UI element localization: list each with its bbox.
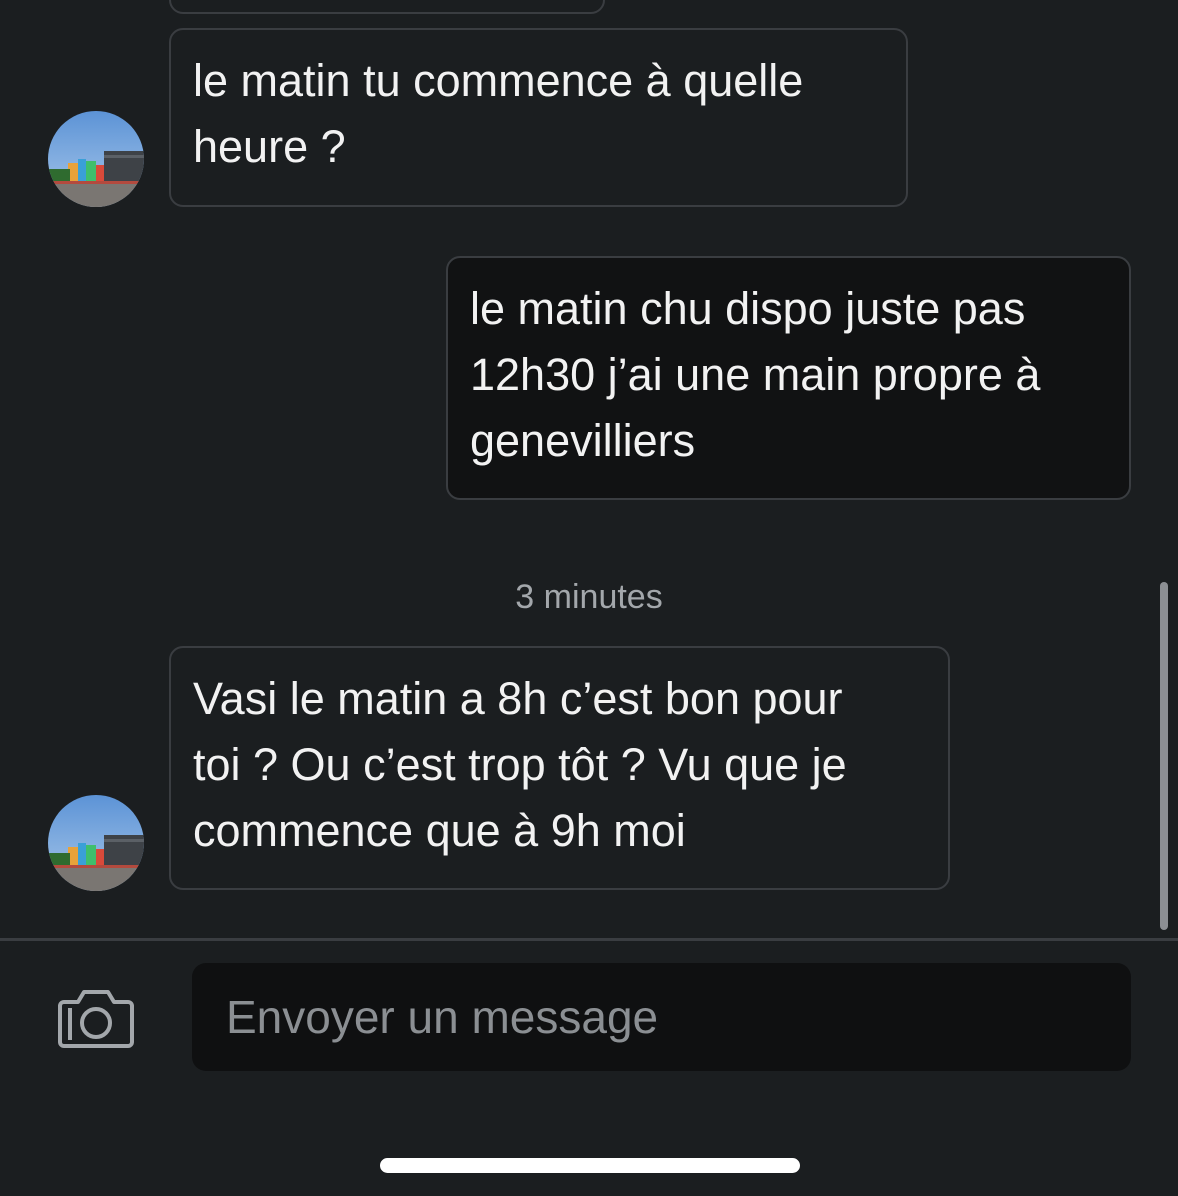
message-text-line: 12h30 j’ai une main propre à [470,349,1041,400]
message-text-line: commence que à 9h moi [193,805,686,856]
message-input[interactable] [192,963,1131,1071]
avatar[interactable] [48,111,144,207]
message-bubble-outgoing[interactable]: le matin chu dispo juste pas 12h30 j’ai … [446,256,1131,500]
message-text-line: toi ? Ou c’est trop tôt ? Vu que je [193,739,847,790]
message-timestamp: 3 minutes [515,578,663,616]
message-text-line: le matin tu commence à quelle [193,55,804,106]
previous-message-bubble [169,0,605,14]
message-text-line: genevilliers [470,415,696,466]
message-text-line: Vasi le matin a 8h c’est bon pour [193,673,843,724]
avatar[interactable] [48,795,144,891]
message-bubble-incoming[interactable]: le matin tu commence à quelle heure ? [169,28,908,207]
camera-icon [58,990,134,1048]
message-text-line: le matin chu dispo juste pas [470,283,1026,334]
message-bubble-incoming[interactable]: Vasi le matin a 8h c’est bon pour toi ? … [169,646,950,890]
message-text-line: heure ? [193,121,346,172]
scrollbar[interactable] [1160,582,1168,930]
avatar-waterpark-photo-icon [48,795,144,891]
composer-divider [0,938,1178,941]
camera-button[interactable] [58,986,134,1050]
avatar-waterpark-photo-icon [48,111,144,207]
home-indicator[interactable] [380,1158,800,1173]
chat-screen: le matin tu commence à quelle heure ? le… [0,0,1178,1196]
